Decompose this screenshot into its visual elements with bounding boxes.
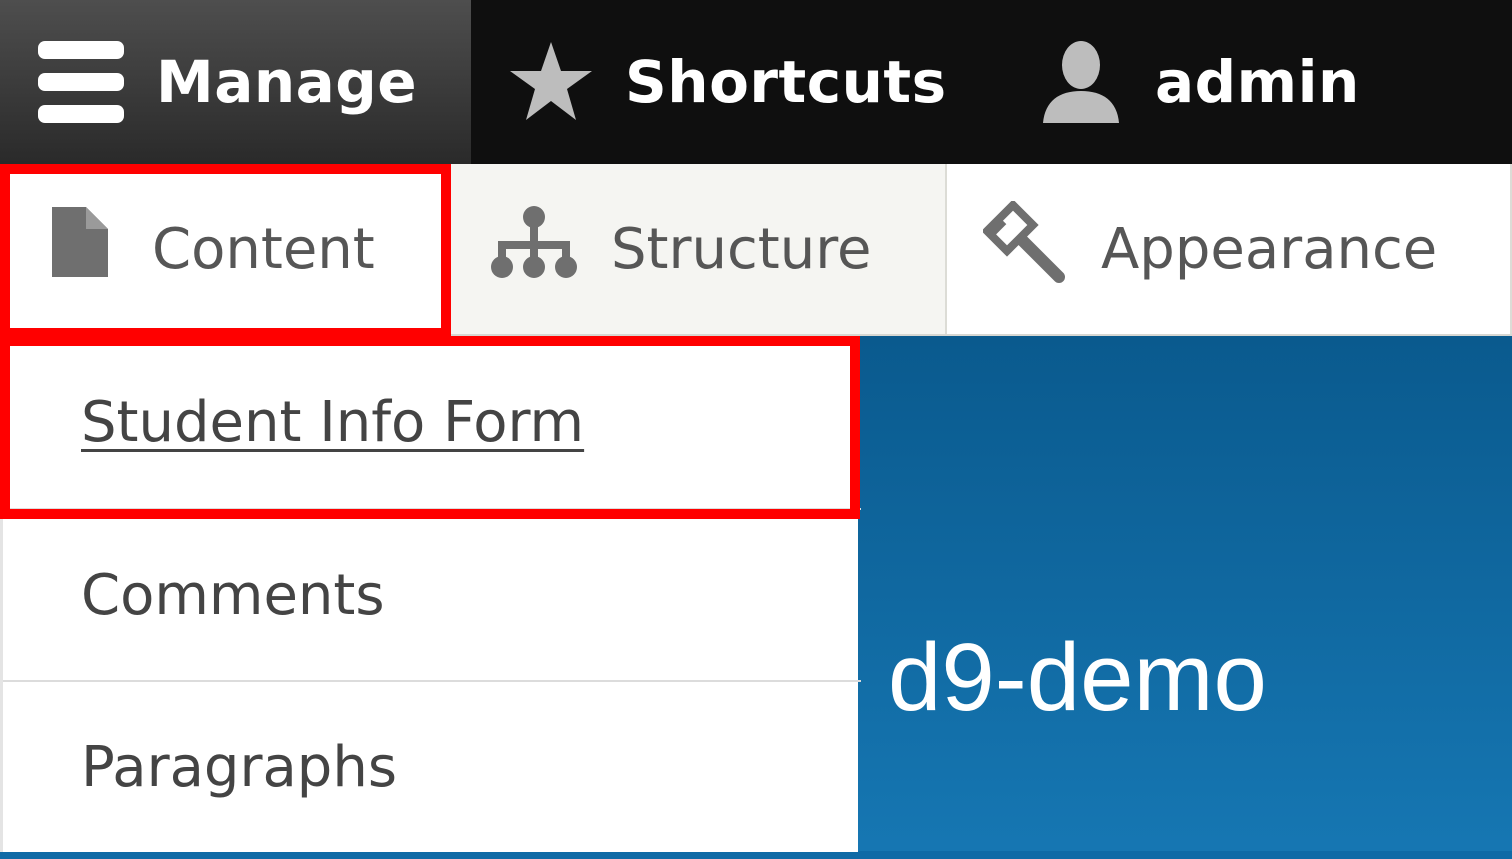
shortcuts-tab[interactable]: Shortcuts — [471, 0, 1003, 164]
menu-item-label: Paragraphs — [81, 734, 398, 800]
sitemap-icon — [491, 205, 577, 293]
site-name[interactable]: d9-demo — [888, 630, 1267, 726]
user-label: admin — [1155, 48, 1360, 116]
tray-item-structure[interactable]: Structure — [451, 164, 947, 334]
menu-item-link[interactable]: Student Info Form — [81, 390, 584, 455]
toolbar-tray: Content Structure Appearance — [0, 164, 1512, 336]
tray-item-content[interactable]: Content — [0, 164, 451, 334]
document-icon — [52, 207, 108, 291]
tray-item-label: Appearance — [1101, 216, 1438, 282]
shortcuts-label: Shortcuts — [625, 48, 947, 116]
menu-item-label: Comments — [81, 562, 385, 628]
tray-item-label: Structure — [611, 216, 872, 282]
menu-item-student-info-form[interactable]: Student Info Form — [3, 336, 861, 508]
manage-label: Manage — [156, 48, 418, 116]
tray-item-label: Content — [152, 216, 375, 282]
user-tab[interactable]: admin — [1003, 0, 1360, 164]
content-dropdown-menu: Student Info Form Comments Paragraphs — [0, 336, 861, 852]
star-icon — [509, 42, 593, 122]
menu-item-comments[interactable]: Comments — [3, 508, 861, 680]
header-bottom-edge — [0, 851, 1512, 859]
manage-tab[interactable]: Manage — [0, 0, 471, 164]
admin-toolbar: Manage Shortcuts admin — [0, 0, 1512, 164]
menu-item-paragraphs[interactable]: Paragraphs — [3, 680, 861, 852]
paintbrush-icon — [981, 199, 1065, 297]
site-header: d9-demo — [858, 336, 1512, 859]
tray-item-appearance[interactable]: Appearance — [947, 164, 1512, 334]
hamburger-icon — [38, 41, 124, 123]
user-icon — [1039, 41, 1123, 123]
